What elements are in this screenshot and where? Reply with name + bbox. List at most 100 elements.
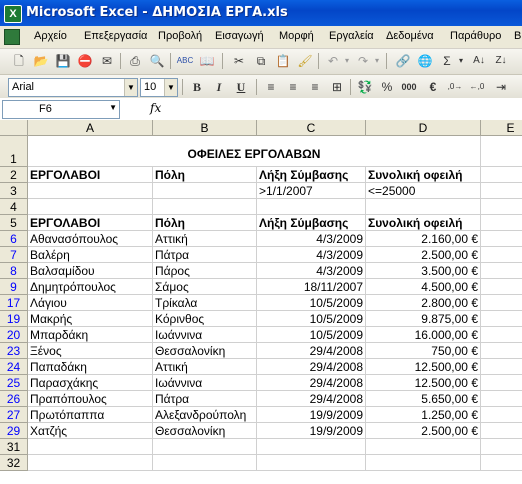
cell[interactable] — [481, 183, 522, 199]
row-header[interactable]: 8 — [0, 263, 28, 279]
cell[interactable]: 2.500,00 € — [366, 247, 481, 263]
row-header[interactable]: 1 — [0, 136, 28, 167]
row-header[interactable]: 2 — [0, 167, 28, 183]
menu-view[interactable]: Προβολή — [158, 30, 202, 42]
cell[interactable] — [481, 407, 522, 423]
cell[interactable]: Ιωάννινα — [153, 327, 257, 343]
cell[interactable]: Κόρινθος — [153, 311, 257, 327]
cell[interactable]: Πόλη — [153, 167, 257, 183]
cell[interactable] — [481, 327, 522, 343]
excel-icon[interactable]: X — [4, 5, 22, 23]
cell[interactable]: <=25000 — [366, 183, 481, 199]
menu-help[interactable]: Β — [514, 30, 521, 42]
cell[interactable] — [366, 439, 481, 455]
column-header-c[interactable]: C — [257, 120, 366, 136]
cell[interactable] — [481, 231, 522, 247]
save-icon[interactable]: 💾 — [54, 52, 72, 70]
align-center-icon[interactable]: ≡ — [284, 78, 302, 96]
cell[interactable]: Δημητρόπουλος — [28, 279, 153, 295]
cell[interactable]: ΕΡΓΟΛΑΒΟΙ — [28, 215, 153, 231]
format-painter-icon[interactable]: 🖌 — [296, 52, 314, 70]
cell[interactable]: Τρίκαλα — [153, 295, 257, 311]
cell[interactable] — [153, 199, 257, 215]
autosum-dropdown-icon[interactable]: ▾ — [452, 52, 470, 70]
font-size-select[interactable]: 10 ▼ — [140, 78, 178, 97]
decrease-decimal-icon[interactable]: ←,0 — [468, 78, 486, 96]
cell[interactable]: Παπαδάκη — [28, 359, 153, 375]
sort-ascending-icon[interactable]: A↓ — [470, 52, 488, 70]
cell[interactable]: Λήξη Σύμβασης — [257, 215, 366, 231]
print-icon[interactable]: ⎙ — [126, 52, 144, 70]
cell[interactable]: 10/5/2009 — [257, 327, 366, 343]
cell[interactable]: 3.500,00 € — [366, 263, 481, 279]
cell[interactable]: 19/9/2009 — [257, 407, 366, 423]
cell[interactable]: Πραπόπουλος — [28, 391, 153, 407]
menu-format[interactable]: Μορφή — [279, 30, 314, 42]
row-header[interactable]: 17 — [0, 295, 28, 311]
cell[interactable]: 18/11/2007 — [257, 279, 366, 295]
cell[interactable] — [28, 199, 153, 215]
cell[interactable]: Σάμος — [153, 279, 257, 295]
cell[interactable]: 9.875,00 € — [366, 311, 481, 327]
fx-icon[interactable]: fx — [150, 101, 161, 115]
cell[interactable] — [481, 311, 522, 327]
redo-dropdown-icon[interactable]: ▾ — [368, 52, 386, 70]
cell[interactable]: Χατζής — [28, 423, 153, 439]
cell[interactable]: Ξένος — [28, 343, 153, 359]
cell[interactable]: Παρασχάκης — [28, 375, 153, 391]
merge-center-icon[interactable]: ⊞ — [328, 78, 346, 96]
cell[interactable]: 12.500,00 € — [366, 359, 481, 375]
percent-button[interactable]: % — [378, 78, 396, 96]
column-header-d[interactable]: D — [366, 120, 481, 136]
cell[interactable]: 4/3/2009 — [257, 231, 366, 247]
cell[interactable]: Θεσσαλονίκη — [153, 423, 257, 439]
align-right-icon[interactable]: ≡ — [306, 78, 324, 96]
new-icon[interactable]: 🗋 — [10, 52, 28, 70]
cell[interactable] — [257, 439, 366, 455]
cell[interactable]: Βαλσαμίδου — [28, 263, 153, 279]
cell[interactable]: Αττική — [153, 359, 257, 375]
cell[interactable] — [481, 167, 522, 183]
cell[interactable] — [481, 359, 522, 375]
email-icon[interactable]: ✉ — [98, 52, 116, 70]
cell[interactable] — [481, 263, 522, 279]
cell[interactable]: 19/9/2009 — [257, 423, 366, 439]
currency-style-icon[interactable]: 💱 — [356, 78, 374, 96]
cell[interactable] — [28, 455, 153, 471]
cell[interactable]: 2.160,00 € — [366, 231, 481, 247]
menu-data[interactable]: Δεδομένα — [386, 30, 434, 42]
cell[interactable]: Λήξη Σύμβασης — [257, 167, 366, 183]
chevron-down-icon[interactable]: ▼ — [109, 103, 117, 112]
cell[interactable] — [481, 343, 522, 359]
cell[interactable]: 29/4/2008 — [257, 391, 366, 407]
cell[interactable]: 29/4/2008 — [257, 343, 366, 359]
euro-button[interactable]: € — [424, 78, 442, 96]
cell[interactable]: Ιωάννινα — [153, 375, 257, 391]
row-header[interactable]: 3 — [0, 183, 28, 199]
cell[interactable]: 29/4/2008 — [257, 359, 366, 375]
cell[interactable] — [481, 439, 522, 455]
row-header[interactable]: 26 — [0, 391, 28, 407]
cell[interactable]: Συνολική οφειλή — [366, 215, 481, 231]
title-bar[interactable]: X Microsoft Excel - ΔΗΜΟΣΙΑ ΕΡΓΑ.xls — [0, 0, 522, 26]
align-left-icon[interactable]: ≡ — [262, 78, 280, 96]
print-preview-icon[interactable]: 🔍 — [148, 52, 166, 70]
name-box[interactable]: F6 ▼ — [2, 100, 120, 119]
row-header[interactable]: 4 — [0, 199, 28, 215]
row-header[interactable]: 32 — [0, 455, 28, 471]
cell[interactable]: 29/4/2008 — [257, 375, 366, 391]
hyperlink-icon[interactable]: 🔗 — [394, 52, 412, 70]
spelling-icon[interactable]: ABC — [176, 52, 194, 70]
research-icon[interactable]: 📖 — [198, 52, 216, 70]
sheet-title[interactable]: ΟΦΕΙΛΕΣ ΕΡΓΟΛΑΒΩΝ — [28, 136, 481, 167]
permission-icon[interactable]: ⛔ — [76, 52, 94, 70]
underline-button[interactable]: U — [232, 78, 250, 96]
cell[interactable]: Αλεξανδρούπολη — [153, 407, 257, 423]
cut-icon[interactable]: ✂ — [230, 52, 248, 70]
cell[interactable]: 4/3/2009 — [257, 263, 366, 279]
cell[interactable] — [257, 455, 366, 471]
cell[interactable] — [257, 199, 366, 215]
chevron-down-icon[interactable]: ▼ — [124, 79, 137, 96]
cell[interactable]: 10/5/2009 — [257, 295, 366, 311]
cell[interactable]: 5.650,00 € — [366, 391, 481, 407]
